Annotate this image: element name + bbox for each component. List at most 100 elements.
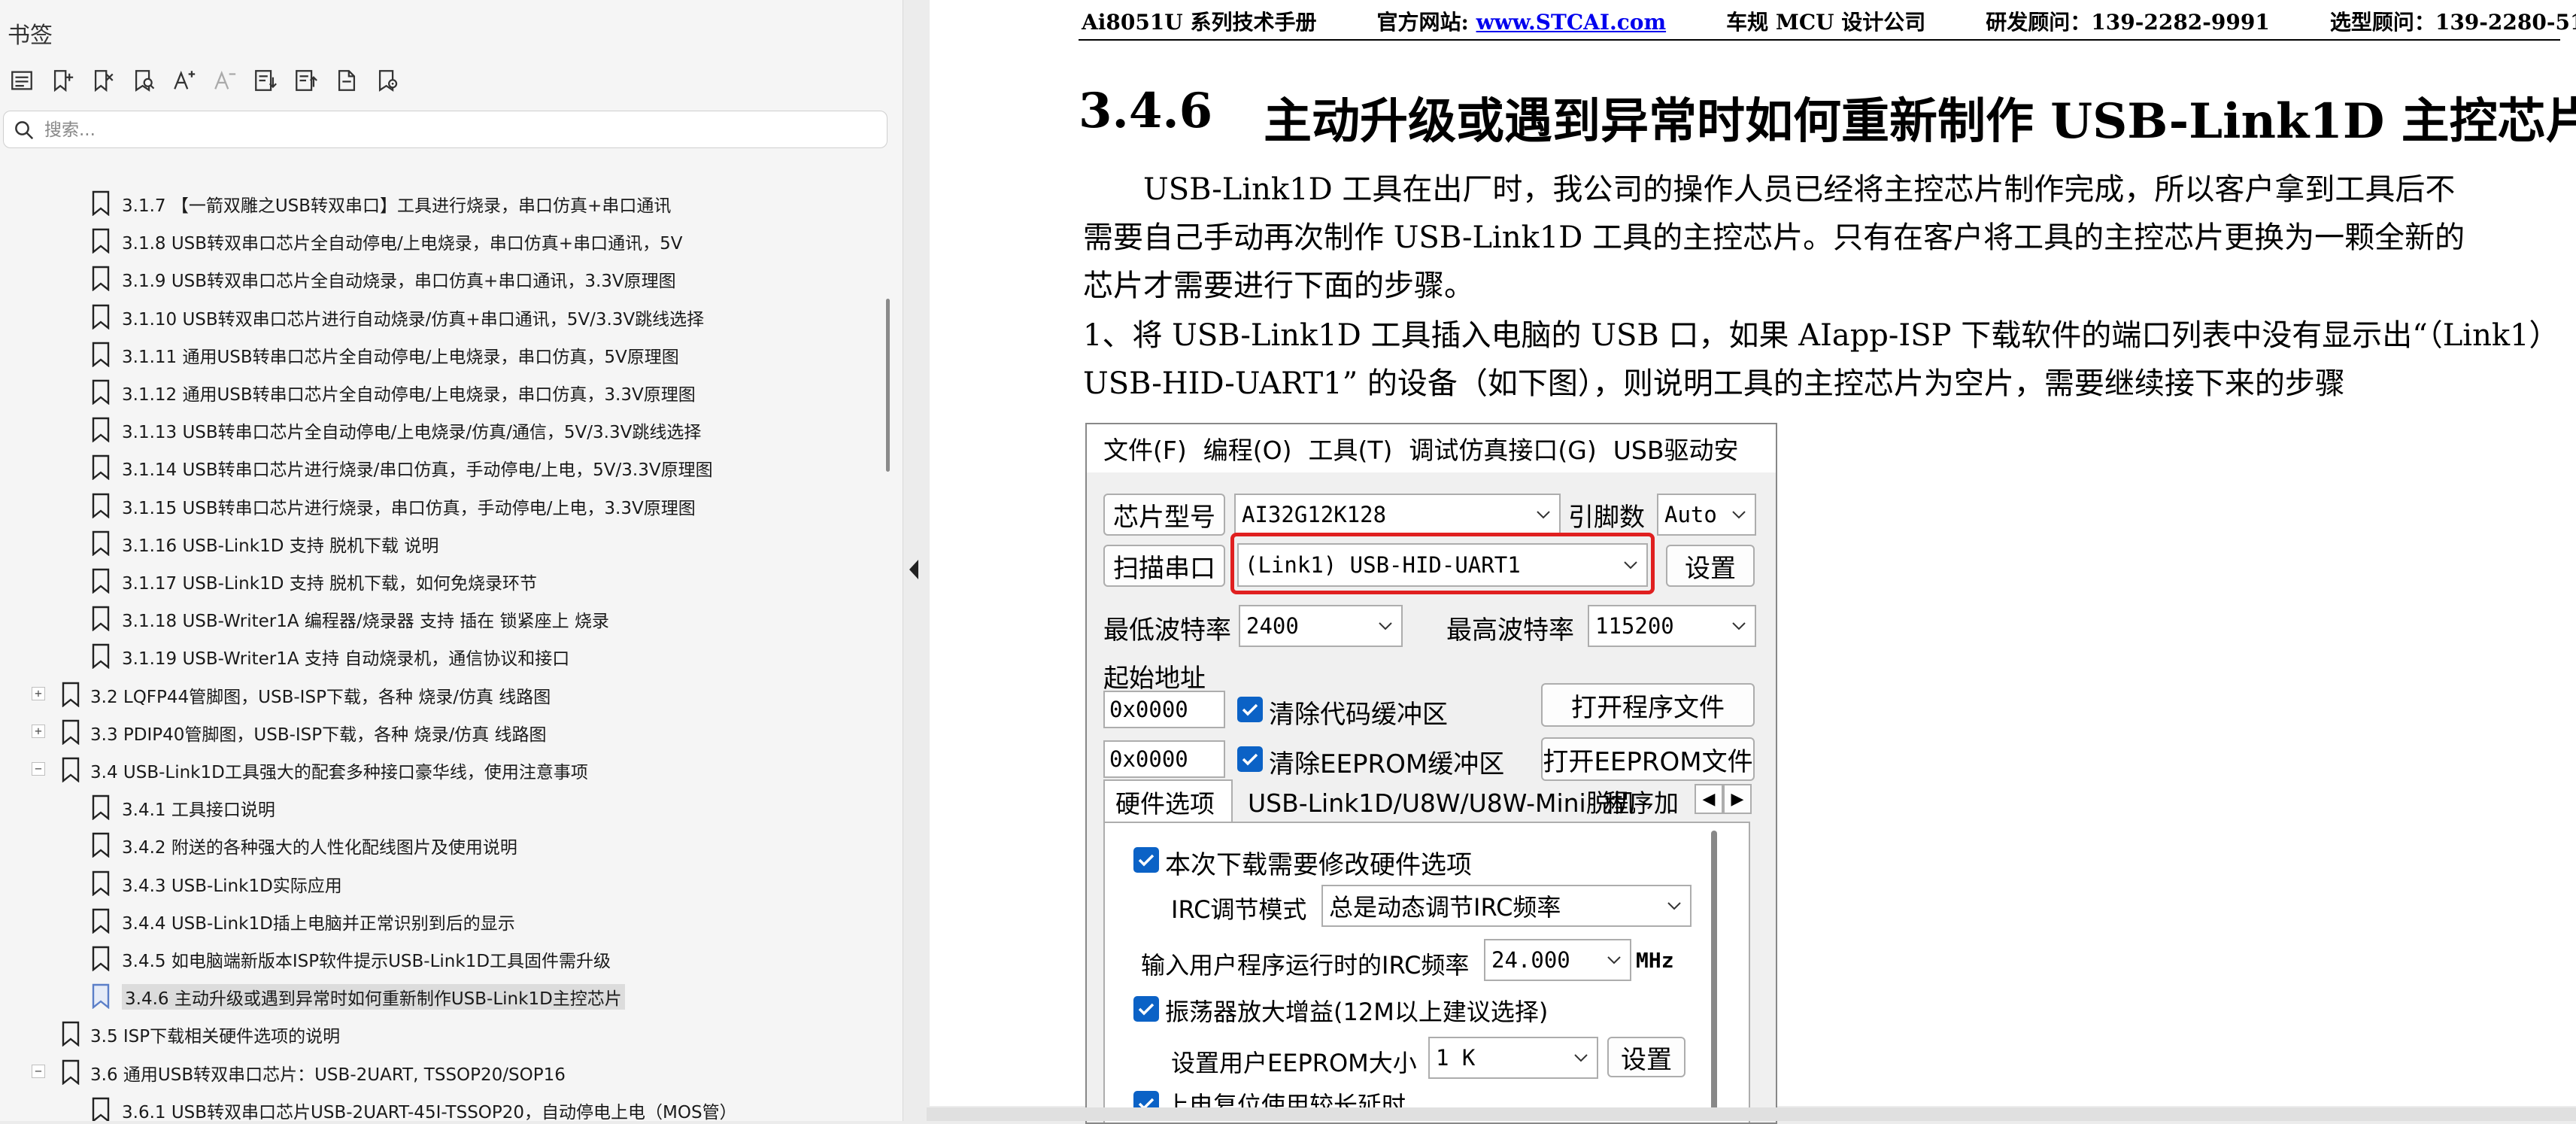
tab-hardware-options[interactable]: 硬件选项: [1103, 779, 1233, 823]
bookmark-item[interactable]: 3.4.3 USB-Link1D实际应用: [0, 866, 880, 901]
bookmark-delete-icon[interactable]: [86, 63, 120, 98]
bookmark-label: 3.1.19 USB-Writer1A 支持 自动烧录机，通信协议和接口: [122, 649, 570, 669]
bookmark-icon: [90, 1097, 111, 1121]
bookmark-label: 3.4.6 主动升级或遇到异常时如何重新制作USB-Link1D主控芯片: [122, 984, 625, 1010]
chip-type-select[interactable]: AI32G12K128: [1234, 494, 1561, 536]
header-site-link[interactable]: www.STCAI.com: [1476, 10, 1667, 35]
scrollbar-thumb[interactable]: [886, 299, 890, 472]
expand-icon[interactable]: +: [32, 687, 45, 700]
bookmark-item[interactable]: − 3.4 USB-Link1D工具强大的配套多种接口豪华线，使用注意事项: [0, 752, 880, 787]
bookmark-item[interactable]: 3.4.5 如电脑端新版本ISP软件提示USB-Link1D工具固件需升级: [0, 941, 880, 976]
open-eeprom-button[interactable]: 打开EEPROM文件: [1541, 737, 1755, 781]
scan-port-button[interactable]: 扫描串口: [1103, 545, 1225, 587]
collapse-all-icon[interactable]: [289, 63, 323, 98]
bookmark-item[interactable]: 3.4.2 附送的各种强大的人性化配线图片及使用说明: [0, 828, 880, 862]
header-rd-contact: 研发顾问：139-2282-9991: [1986, 10, 2270, 35]
eeprom-size-value: 1 K: [1436, 1045, 1476, 1071]
tab-offline[interactable]: USB-Link1D/U8W/U8W-Mini脱机: [1237, 779, 1636, 823]
sidebar-scrollbar[interactable]: [884, 186, 893, 1121]
search-box: [3, 111, 887, 148]
clear-code-checkbox[interactable]: [1237, 697, 1263, 722]
bookmark-item[interactable]: 3.1.9 USB转双串口芯片全自动烧录，串口仿真+串口通讯，3.3V原理图: [0, 261, 880, 296]
bookmark-item[interactable]: 3.1.19 USB-Writer1A 支持 自动烧录机，通信协议和接口: [0, 639, 880, 673]
eeprom-size-set-button[interactable]: 设置: [1607, 1037, 1685, 1077]
font-increase-icon[interactable]: [167, 63, 202, 98]
bookmark-icon: [90, 983, 111, 1010]
bookmark-label: 3.1.8 USB转双串口芯片全自动停电/上电烧录，串口仿真+串口通讯，5V: [122, 234, 683, 254]
bookmark-label: 3.4.2 附送的各种强大的人性化配线图片及使用说明: [122, 838, 517, 858]
font-decrease-icon[interactable]: [208, 63, 242, 98]
min-baud-select[interactable]: 2400: [1239, 605, 1403, 647]
bookmark-item[interactable]: +3.3 PDIP40管脚图，USB-ISP下载，各种 烧录/仿真 线路图: [0, 715, 880, 749]
header-site: 官方网站: www.STCAI.com: [1376, 6, 1666, 36]
isp-menu-file[interactable]: 文件(F): [1103, 430, 1187, 466]
bookmark-item[interactable]: 3.1.16 USB-Link1D 支持 脱机下载 说明: [0, 526, 880, 560]
pin-count-label: 引脚数: [1568, 503, 1645, 533]
sidebar-title: 书签: [8, 23, 53, 49]
isp-menu-program[interactable]: 编程(O): [1203, 430, 1292, 466]
bookmark-item[interactable]: 3.5 ISP下载相关硬件选项的说明: [0, 1016, 880, 1051]
bookmark-item[interactable]: 3.1.15 USB转串口芯片进行烧录，串口仿真，手动停电/上电，3.3V原理图: [0, 488, 880, 523]
eeprom-address-input[interactable]: 0x0000: [1103, 740, 1225, 778]
bookmark-locate-icon[interactable]: [370, 63, 405, 98]
bookmark-item[interactable]: 3.1.7 【一箭双雕之USB转双串口】工具进行烧录，串口仿真+串口通讯: [0, 186, 880, 220]
collapse-icon[interactable]: −: [32, 1065, 45, 1078]
expand-all-icon[interactable]: [248, 63, 283, 98]
start-address-label: 起始地址: [1103, 664, 1206, 694]
list-icon[interactable]: [5, 63, 39, 98]
isp-menu-tools[interactable]: 工具(T): [1308, 430, 1392, 466]
bookmark-label: 3.1.7 【一箭双雕之USB转双串口】工具进行烧录，串口仿真+串口通讯: [122, 196, 672, 216]
modify-hw-checkbox[interactable]: [1133, 847, 1159, 873]
bookmark-item[interactable]: 3.1.8 USB转双串口芯片全自动停电/上电烧录，串口仿真+串口通讯，5V: [0, 223, 880, 258]
chip-type-button[interactable]: 芯片型号: [1103, 494, 1225, 536]
irc-freq-select[interactable]: 24.000: [1484, 939, 1631, 981]
bookmark-item[interactable]: 3.4.6 主动升级或遇到异常时如何重新制作USB-Link1D主控芯片: [0, 979, 880, 1013]
bookmark-item[interactable]: 3.1.17 USB-Link1D 支持 脱机下载，如何免烧录环节: [0, 564, 880, 598]
search-input[interactable]: [43, 114, 873, 146]
modify-hw-label: 本次下载需要修改硬件选项: [1165, 850, 1472, 880]
isp-menu-debug[interactable]: 调试仿真接口(G): [1409, 430, 1596, 466]
start-address-input[interactable]: 0x0000: [1103, 691, 1225, 728]
max-baud-select[interactable]: 115200: [1588, 605, 1756, 647]
bookmark-add-icon[interactable]: [45, 63, 80, 98]
open-program-button[interactable]: 打开程序文件: [1541, 683, 1755, 727]
bookmark-item[interactable]: − 3.6 通用USB转双串口芯片：USB-2UART, TSSOP20/SOP1…: [0, 1055, 880, 1089]
isp-menu-usb[interactable]: USB驱动安: [1613, 430, 1739, 466]
horizontal-scrollbar[interactable]: [927, 1107, 2576, 1121]
bookmark-item[interactable]: +3.2 LQFP44管脚图，USB-ISP下载，各种 烧录/仿真 线路图: [0, 677, 880, 712]
bookmark-search-icon[interactable]: [126, 63, 161, 98]
bookmark-item[interactable]: 3.6.1 USB转双串口芯片USB-2UART-45I-TSSOP20，自动停…: [0, 1092, 880, 1121]
highlight-box: [1230, 533, 1655, 594]
header-divider: [1079, 39, 2560, 41]
expand-icon[interactable]: +: [32, 725, 45, 738]
bookmark-item[interactable]: 3.1.13 USB转串口芯片全自动停电/上电烧录/仿真/通信，5V/3.3V跳…: [0, 412, 880, 447]
port-settings-button[interactable]: 设置: [1666, 545, 1755, 587]
bookmark-label: 3.6 通用USB转双串口芯片：USB-2UART, TSSOP20/SOP16: [90, 1065, 566, 1085]
osc-gain-checkbox[interactable]: [1133, 996, 1159, 1022]
tab-scroll-left-icon[interactable]: ◀: [1695, 784, 1723, 814]
bookmark-icon: [90, 417, 111, 443]
bookmark-item[interactable]: 3.1.12 通用USB转串口芯片全自动停电/上电烧录，串口仿真，3.3V原理图: [0, 375, 880, 409]
bookmark-label: 3.4.3 USB-Link1D实际应用: [122, 876, 342, 896]
bookmark-item[interactable]: 3.1.11 通用USB转串口芯片全自动停电/上电烧录，串口仿真，5V原理图: [0, 337, 880, 372]
eeprom-address-value: 0x0000: [1109, 746, 1188, 772]
bookmark-item[interactable]: 3.1.14 USB转串口芯片进行烧录/串口仿真，手动停电/上电，5V/3.3V…: [0, 450, 880, 485]
bookmark-item[interactable]: 3.1.18 USB-Writer1A 编程器/烧录器 支持 插在 锁紧座上 烧…: [0, 601, 880, 636]
bookmark-label: 3.6.1 USB转双串口芯片USB-2UART-45I-TSSOP20，自动停…: [122, 1103, 737, 1121]
page-icon[interactable]: [329, 63, 364, 98]
bookmark-item[interactable]: 3.4.4 USB-Link1D插上电脑并正常识别到后的显示: [0, 904, 880, 938]
pin-count-select[interactable]: Auto: [1657, 494, 1756, 536]
clear-eeprom-checkbox[interactable]: [1237, 746, 1263, 772]
header-sel-contact: 选型顾问：139-2280-5190: [2329, 10, 2576, 35]
bookmark-icon: [60, 1059, 81, 1086]
bookmark-item[interactable]: 3.1.10 USB转双串口芯片进行自动烧录/仿真+串口通讯，5V/3.3V跳线…: [0, 299, 880, 334]
eeprom-size-select[interactable]: 1 K: [1428, 1037, 1598, 1079]
tab-program-encrypt[interactable]: 程序加: [1594, 779, 1699, 823]
tab-scroll-right-icon[interactable]: ▶: [1723, 784, 1752, 814]
collapse-icon[interactable]: −: [32, 762, 45, 776]
irc-mode-select[interactable]: 总是动态调节IRC频率: [1321, 885, 1692, 927]
bookmark-item[interactable]: 3.4.1 工具接口说明: [0, 790, 880, 825]
panel-scrollbar[interactable]: [1711, 831, 1717, 1116]
bookmark-icon: [90, 228, 111, 254]
collapse-sidebar-icon[interactable]: [906, 557, 921, 582]
